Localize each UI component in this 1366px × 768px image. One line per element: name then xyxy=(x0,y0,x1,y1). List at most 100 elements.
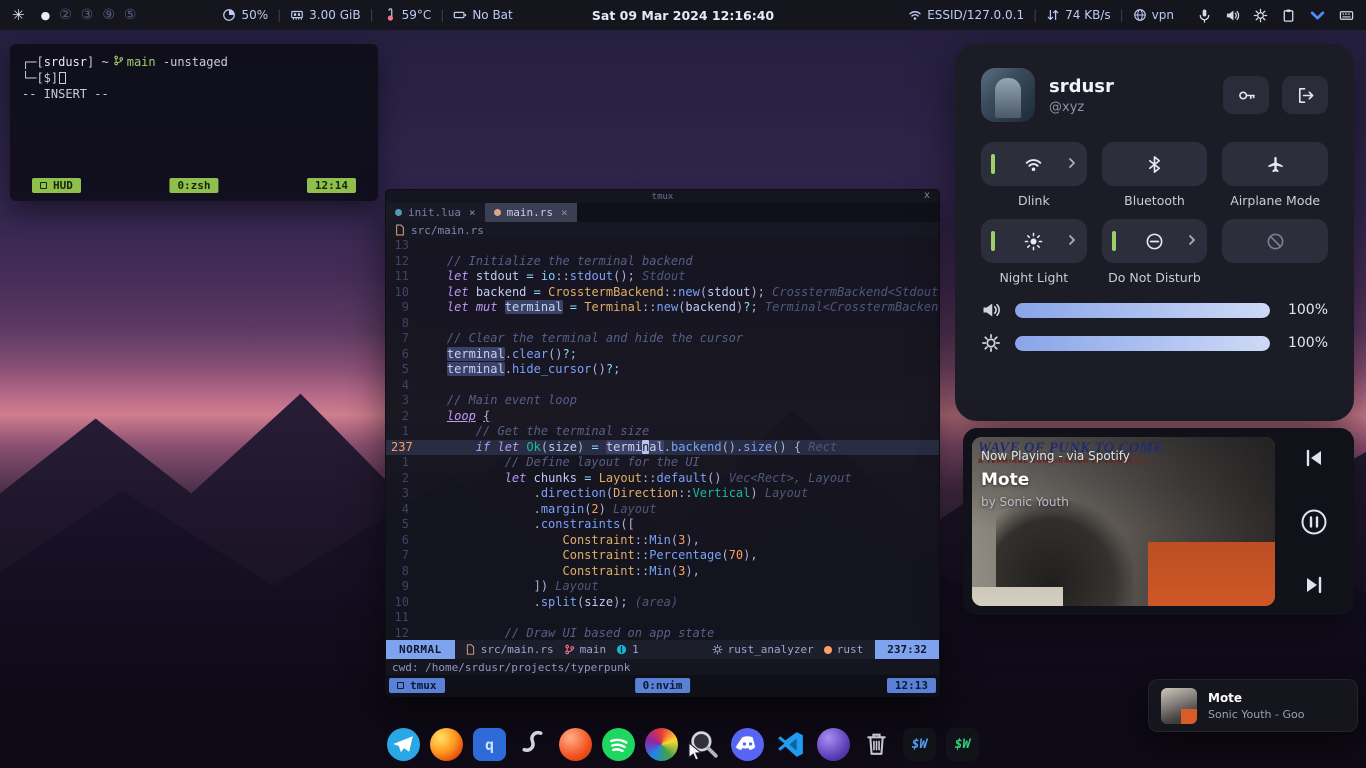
code-line-current: 237 if let Ok(size) = terminal.backend()… xyxy=(386,440,939,456)
toggle-dlink[interactable] xyxy=(981,142,1087,186)
play-pause-button[interactable] xyxy=(1299,507,1329,537)
tmux-window-pill[interactable]: 0:nvim xyxy=(635,678,691,693)
tab-close-button[interactable]: × xyxy=(469,206,476,219)
tmux-session-pill[interactable]: tmux xyxy=(389,678,445,693)
tmux-editor-window[interactable]: tmux x init.lua×main.rs× src/main.rs 131… xyxy=(385,189,940,697)
track-title: Mote xyxy=(981,470,1130,490)
dock-purple-ball-app-icon[interactable] xyxy=(817,728,850,761)
code-line: 1 // Define layout for the UI xyxy=(386,455,939,471)
code-line: 3 // Main event loop xyxy=(386,393,939,409)
sliders: 100%100% xyxy=(981,300,1328,353)
chevron-right-icon xyxy=(1066,234,1078,249)
code-line: 7 // Clear the terminal and hide the cur… xyxy=(386,331,939,347)
microphone-icon[interactable] xyxy=(1197,8,1212,23)
toggle-airplane-mode[interactable] xyxy=(1222,142,1328,186)
settings-icon[interactable] xyxy=(1253,8,1268,23)
toggle-night-light[interactable] xyxy=(981,219,1087,263)
dock-label: $W xyxy=(955,737,971,752)
dock-vscode-icon[interactable] xyxy=(774,728,807,761)
logout-button[interactable] xyxy=(1282,76,1328,114)
tab-main.rs[interactable]: main.rs× xyxy=(485,203,577,222)
code-line: 9 let mut terminal = Terminal::new(backe… xyxy=(386,300,939,316)
dock-label: q xyxy=(485,736,494,754)
volume-icon xyxy=(981,300,1001,320)
tab-close-button[interactable]: × xyxy=(561,206,568,219)
clock[interactable]: Sat 09 Mar 2024 12:16:40 xyxy=(592,8,774,23)
hud-window-pill[interactable]: 0:zsh xyxy=(169,178,218,193)
wifi-icon xyxy=(1024,155,1043,174)
chevron-down-icon xyxy=(1309,7,1326,24)
dock-orange-ball-app-icon[interactable] xyxy=(559,728,592,761)
toggle-do-not-disturb[interactable] xyxy=(1102,219,1208,263)
media-notification[interactable]: Mote Sonic Youth - Goo xyxy=(1148,679,1358,732)
dock-wave-app-icon[interactable] xyxy=(516,728,549,761)
code-buffer[interactable]: 1312 // Initialize the terminal backend 1… xyxy=(386,238,939,640)
launcher-logo-icon[interactable]: ✳ xyxy=(12,6,25,24)
dock-qutebrowser-icon[interactable]: q xyxy=(473,728,506,761)
toggle-empty[interactable] xyxy=(1222,219,1328,263)
workspace-current[interactable]: ● xyxy=(41,9,51,22)
battery-status: No Bat xyxy=(453,8,512,22)
cwd-line: cwd: /home/srdusr/projects/typerpunk xyxy=(386,659,939,675)
toggle-label: Night Light xyxy=(981,270,1087,286)
pause-icon xyxy=(1299,507,1329,537)
cpu-icon xyxy=(222,8,236,22)
dock-spotify-icon[interactable] xyxy=(602,728,635,761)
dock-telegram-icon[interactable] xyxy=(387,728,420,761)
volume-slider[interactable] xyxy=(1015,303,1270,318)
sun-icon xyxy=(1024,232,1043,251)
code-line: 5 .constraints([ xyxy=(386,517,939,533)
system-stats: 50%|3.00 GiB|59°C|No Bat xyxy=(222,8,512,22)
code-line: 5 terminal.hide_cursor()?; xyxy=(386,362,939,378)
workspace-indicators: ● ②③⑨⑤ xyxy=(41,7,137,23)
brightness-icon xyxy=(981,333,1001,353)
dock-firefox-icon[interactable] xyxy=(430,728,463,761)
speaker-icon[interactable] xyxy=(1225,8,1240,23)
dock-discord-icon[interactable] xyxy=(731,728,764,761)
chevron-down-icon[interactable] xyxy=(1309,7,1326,24)
active-indicator xyxy=(991,231,995,251)
toggle-label xyxy=(1222,270,1328,286)
separator: | xyxy=(1033,8,1037,22)
tab-init.lua[interactable]: init.lua× xyxy=(386,203,485,222)
separator: | xyxy=(1120,8,1124,22)
dock-label: $W xyxy=(912,737,928,752)
toggle-bluetooth[interactable] xyxy=(1102,142,1208,186)
workspace-indicator[interactable]: ⑨ xyxy=(102,7,115,23)
notification-title: Mote xyxy=(1208,691,1304,705)
code-line: 13 xyxy=(386,238,939,254)
keyring-button[interactable] xyxy=(1223,76,1269,114)
next-track-button[interactable] xyxy=(1303,574,1325,596)
memory-usage: 3.00 GiB xyxy=(290,8,360,22)
globe-icon xyxy=(1133,8,1147,22)
statusline-git-branch: main xyxy=(564,643,607,656)
dock-sw-blue-icon[interactable]: $W xyxy=(903,728,936,761)
logout-icon xyxy=(1296,86,1315,105)
network-essid: ESSID/127.0.0.1 xyxy=(908,8,1024,22)
app-dock: q $W $W xyxy=(387,728,979,761)
workspace-indicator[interactable]: ② xyxy=(59,7,72,23)
media-controls xyxy=(1283,437,1345,606)
top-bar: ✳ ● ②③⑨⑤ 50%|3.00 GiB|59°C|No Bat Sat 09 … xyxy=(0,0,1366,30)
workspace-indicator[interactable]: ⑤ xyxy=(124,7,137,23)
workspace-indicator[interactable]: ③ xyxy=(81,7,94,23)
dock-trash-icon[interactable] xyxy=(860,728,893,761)
notification-thumbnail xyxy=(1161,688,1197,724)
user-name: srdusr xyxy=(1049,76,1114,97)
keyboard-tray-icon[interactable] xyxy=(1339,8,1354,23)
dock-color-wheel-app-icon[interactable] xyxy=(645,728,678,761)
temperature: 59°C xyxy=(383,8,432,22)
window-close-button[interactable]: x xyxy=(924,190,930,201)
previous-track-button[interactable] xyxy=(1303,447,1325,469)
brightness-slider[interactable] xyxy=(1015,336,1270,351)
code-line: 6 terminal.clear()?; xyxy=(386,347,939,363)
code-line: 11 xyxy=(386,610,939,626)
clipboard-icon[interactable] xyxy=(1281,8,1296,23)
git-branch-state: -unstaged xyxy=(163,55,228,69)
dock-sw-green-icon[interactable]: $W xyxy=(946,728,979,761)
microphone-icon xyxy=(1197,8,1212,23)
hud-terminal-window[interactable]: ┌─[srdusr] ~main -unstaged └─[$] -- INSE… xyxy=(10,44,378,201)
brightness-fill xyxy=(1015,336,1270,351)
code-line: 12 // Initialize the terminal backend xyxy=(386,254,939,270)
hud-session-pill[interactable]: HUD xyxy=(32,178,81,193)
